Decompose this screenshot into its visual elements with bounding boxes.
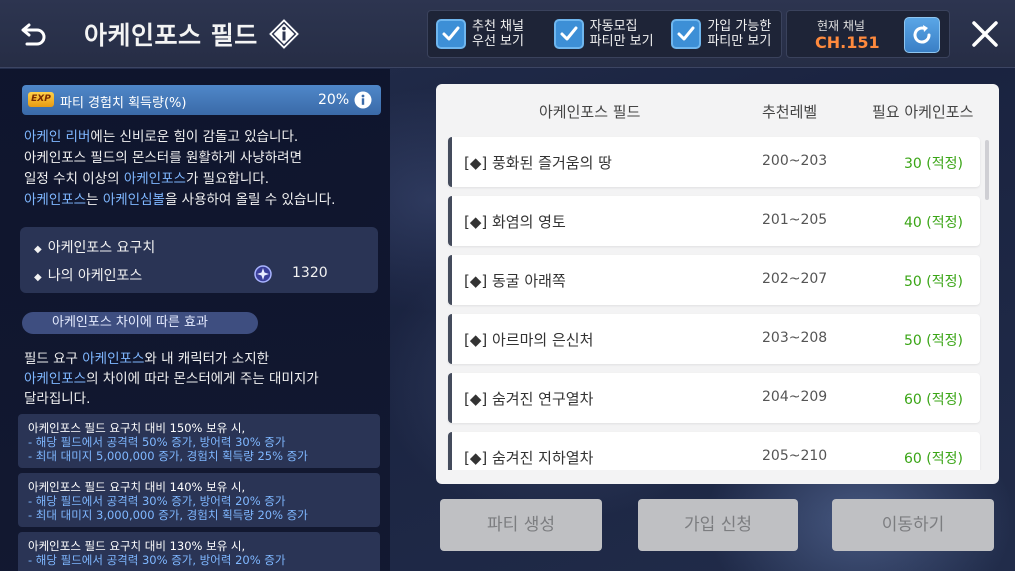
- back-button[interactable]: [0, 0, 68, 68]
- field-list-panel: 아케인포스 필드 추천레벨 필요 아케인포스 [◆] 풍화된 즐거움의 땅 20…: [436, 84, 999, 484]
- channel-value: CH.151: [815, 33, 880, 52]
- field-level: 202~207: [762, 271, 828, 287]
- bullet-icon: ◆: [34, 272, 42, 283]
- toggle-label: 자동모집 파티만 보기: [589, 19, 654, 49]
- scrollbar[interactable]: [985, 140, 989, 200]
- page-title: 아케인포스 필드: [84, 21, 258, 50]
- effect-card: 아케인포스 필드 요구치 대비 140% 보유 시, - 해당 필드에서 공격력…: [18, 473, 380, 527]
- column-header-field: 아케인포스 필드: [539, 103, 641, 121]
- field-required-arcane: 40 (적정): [904, 215, 963, 231]
- field-level: 203~208: [762, 330, 828, 346]
- checkbox-checked-icon[interactable]: [671, 19, 702, 49]
- left-info-panel: EXP 파티 경험치 획득량(%) 20% 아케인 리버에는 신비로운 힘이 감…: [0, 69, 390, 571]
- refresh-icon: [913, 25, 931, 44]
- exp-badge-icon: EXP: [28, 92, 54, 107]
- requirement-row: ◆ 아케인포스 요구치: [34, 240, 156, 256]
- section-title: 아케인포스 차이에 따른 효과: [22, 312, 258, 334]
- field-level: 200~203: [762, 153, 828, 169]
- toggle-recommended-channel[interactable]: 추천 채널 우선 보기: [428, 19, 546, 49]
- field-list[interactable]: [◆] 풍화된 즐거움의 땅 200~203 30 (적정) [◆] 화염의 영…: [436, 134, 999, 470]
- my-arcane-value: 1320: [292, 265, 328, 281]
- filter-toggles: 추천 채널 우선 보기 자동모집 파티만 보기 가입 가능한 파티만 보기: [427, 10, 782, 58]
- field-row[interactable]: [◆] 숨겨진 연구열차 204~209 60 (적정): [448, 373, 980, 423]
- effect-description: 필드 요구 아케인포스와 내 캐릭터가 소지한 아케인포스의 차이에 따라 몬스…: [24, 351, 319, 407]
- field-required-arcane: 60 (적정): [904, 392, 963, 408]
- field-level: 201~205: [762, 212, 828, 228]
- column-header-level: 추천레벨: [762, 103, 818, 121]
- column-header-arcane: 필요 아케인포스: [872, 103, 974, 121]
- toggle-joinable-only[interactable]: 가입 가능한 파티만 보기: [663, 19, 781, 49]
- field-required-arcane: 60 (적정): [904, 451, 963, 467]
- field-row[interactable]: [◆] 화염의 영토 201~205 40 (적정): [448, 196, 980, 246]
- field-row[interactable]: [◆] 풍화된 즐거움의 땅 200~203 30 (적정): [448, 137, 980, 187]
- checkbox-checked-icon[interactable]: [553, 19, 584, 49]
- bullet-icon: ◆: [34, 244, 42, 255]
- toggle-label: 추천 채널 우선 보기: [472, 19, 524, 49]
- field-level: 205~210: [762, 448, 828, 464]
- field-required-arcane: 50 (적정): [904, 333, 963, 349]
- checkbox-checked-icon[interactable]: [436, 19, 466, 49]
- top-bar: 아케인포스 필드 추천 채널 우선 보기 자동모집 파티만 보기 가입 가능한 …: [0, 0, 1015, 68]
- close-icon[interactable]: [965, 14, 1005, 54]
- toggle-label: 가입 가능한 파티만 보기: [707, 19, 772, 49]
- field-row[interactable]: [◆] 아르마의 은신처 203~208 50 (적정): [448, 314, 980, 364]
- field-row[interactable]: [◆] 동굴 아래쪽 202~207 50 (적정): [448, 255, 980, 305]
- back-arrow-icon: [21, 23, 46, 46]
- refresh-button[interactable]: [904, 17, 940, 53]
- info-icon[interactable]: [354, 91, 372, 109]
- exp-value: 20%: [318, 92, 350, 108]
- exp-label: 파티 경험치 획득량(%): [60, 96, 187, 111]
- party-exp-bar: EXP 파티 경험치 획득량(%) 20%: [22, 85, 381, 115]
- toggle-auto-recruit[interactable]: 자동모집 파티만 보기: [546, 19, 664, 49]
- arcane-requirement-box: ◆ 아케인포스 요구치 ◆ 나의 아케인포스 1320: [20, 227, 378, 293]
- field-level: 204~209: [762, 389, 828, 405]
- field-required-arcane: 30 (적정): [904, 156, 963, 172]
- create-party-button[interactable]: 파티 생성: [440, 499, 602, 551]
- field-name: [◆] 동굴 아래쪽: [464, 272, 566, 290]
- arcane-symbol-icon: [254, 265, 272, 283]
- my-arcane-row: ◆ 나의 아케인포스: [34, 268, 143, 284]
- channel-label: 현재 채널: [817, 19, 865, 33]
- info-diamond-icon[interactable]: [268, 18, 300, 50]
- field-name: [◆] 숨겨진 연구열차: [464, 390, 594, 408]
- join-request-button[interactable]: 가입 신청: [638, 499, 798, 551]
- field-required-arcane: 50 (적정): [904, 274, 963, 290]
- effect-card: 아케인포스 필드 요구치 대비 150% 보유 시, - 해당 필드에서 공격력…: [18, 414, 380, 468]
- field-name: [◆] 풍화된 즐거움의 땅: [464, 154, 612, 172]
- arcane-description: 아케인 리버에는 신비로운 힘이 감돌고 있습니다. 아케인포스 필드의 몬스터…: [24, 129, 336, 208]
- current-channel: 현재 채널 CH.151: [786, 10, 950, 58]
- field-name: [◆] 화염의 영토: [464, 213, 566, 231]
- move-button[interactable]: 이동하기: [832, 499, 994, 551]
- field-row[interactable]: [◆] 숨겨진 지하열차 205~210 60 (적정): [448, 432, 980, 470]
- field-name: [◆] 아르마의 은신처: [464, 331, 594, 349]
- field-name: [◆] 숨겨진 지하열차: [464, 449, 594, 467]
- effect-card: 아케인포스 필드 요구치 대비 130% 보유 시, - 해당 필드에서 공격력…: [18, 532, 380, 571]
